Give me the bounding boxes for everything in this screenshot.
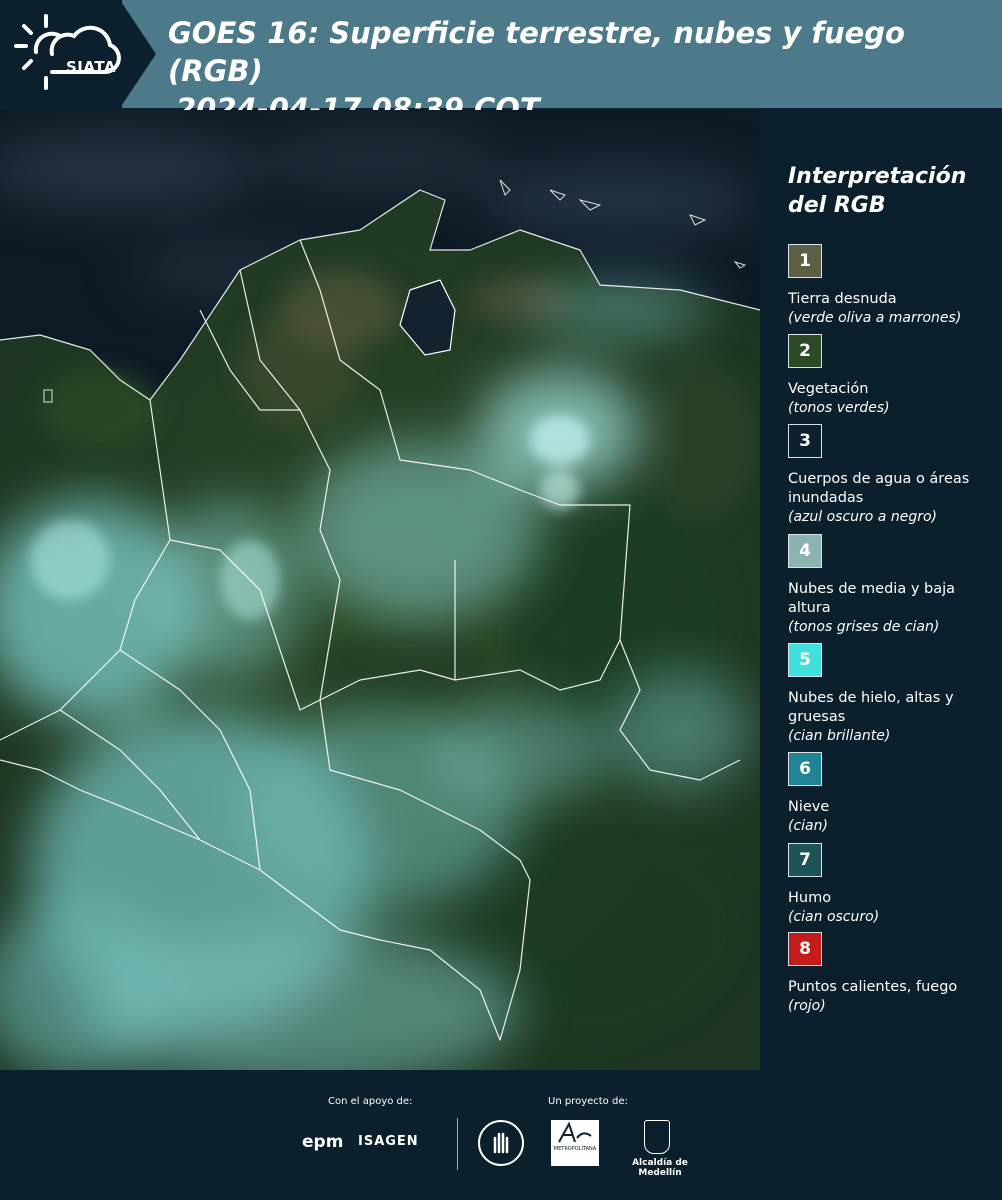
crest-icon — [644, 1120, 670, 1154]
legend-sub: (cian) — [788, 818, 828, 834]
legend-panel: Interpretación del RGB 1 Tierra desnuda … — [760, 110, 1002, 1070]
isagen-logo: ISAGEN — [358, 1134, 419, 1149]
legend-title: Interpretación del RGB — [788, 162, 998, 220]
legend-swatch: 7 — [788, 843, 822, 877]
area-logo-text: METROPOLITANA — [553, 1146, 597, 1152]
legend-item-4: 4 Nubes de media y baja altura (tonos gr… — [788, 534, 998, 637]
legend-swatch: 2 — [788, 334, 822, 368]
logo-text: SIATA — [66, 58, 117, 76]
legend-label: Nieve — [788, 799, 830, 815]
satellite-map[interactable] — [0, 110, 760, 1070]
legend-item-2: 2 Vegetación (tonos verdes) — [788, 334, 998, 418]
legend-item-5: 5 Nubes de hielo, altas y gruesas (cian … — [788, 643, 998, 746]
legend-swatch: 5 — [788, 643, 822, 677]
footer-divider — [457, 1118, 458, 1170]
header: SIATA GOES 16: Superficie terrestre, nub… — [0, 0, 1002, 126]
footer: Con el apoyo de: Un proyecto de: epm ISA… — [0, 1070, 1002, 1200]
legend-swatch: 8 — [788, 932, 822, 966]
legend-title-line-1: Interpretación — [788, 164, 967, 189]
legend-label: Puntos calientes, fuego — [788, 979, 958, 995]
legend-item-1: 1 Tierra desnuda (verde oliva a marrones… — [788, 244, 998, 328]
legend-swatch: 6 — [788, 752, 822, 786]
legend-label: Vegetación — [788, 381, 869, 397]
siata-logo: SIATA — [14, 14, 124, 94]
legend-swatch: 3 — [788, 424, 822, 458]
legend-label: Humo — [788, 890, 832, 906]
title-line-1: GOES 16: Superficie terrestre, nubes y f… — [168, 16, 905, 88]
legend-sub: (verde oliva a marrones) — [788, 310, 962, 326]
legend-label: Nubes de media y baja altura — [788, 581, 956, 616]
legend-item-8: 8 Puntos calientes, fuego (rojo) — [788, 932, 998, 1016]
project-label: Un proyecto de: — [548, 1096, 628, 1107]
support-label: Con el apoyo de: — [328, 1096, 413, 1107]
legend-sub: (cian brillante) — [788, 728, 891, 744]
legend-swatch: 1 — [788, 244, 822, 278]
legend-sub: (tonos grises de cian) — [788, 619, 940, 635]
epm-logo: epm — [302, 1132, 344, 1152]
legend-item-3: 3 Cuerpos de agua o áreas inundadas (azu… — [788, 424, 998, 527]
legend-item-6: 6 Nieve (cian) — [788, 752, 998, 836]
legend-sub: (azul oscuro a negro) — [788, 509, 937, 525]
legend-swatch: 4 — [788, 534, 822, 568]
legend-title-line-2: del RGB — [788, 193, 886, 218]
legend-item-7: 7 Humo (cian oscuro) — [788, 843, 998, 927]
seal-icon — [478, 1120, 524, 1166]
legend-label: Tierra desnuda — [788, 291, 897, 307]
area-script-icon — [558, 1121, 592, 1143]
sun-cloud-icon — [14, 14, 121, 90]
legend-label: Nubes de hielo, altas y gruesas — [788, 690, 954, 725]
legend-sub: (cian oscuro) — [788, 909, 880, 925]
area-metropolitana-logo: METROPOLITANA — [551, 1120, 599, 1166]
legend-sub: (tonos verdes) — [788, 400, 890, 416]
satellite-image — [0, 110, 760, 1070]
legend-label: Cuerpos de agua o áreas inundadas — [788, 471, 970, 506]
header-chevron — [120, 0, 156, 108]
legend-sub: (rojo) — [788, 998, 826, 1014]
hand-icon — [493, 1132, 509, 1154]
alcaldia-text: Alcaldía de Medellín — [632, 1158, 688, 1178]
